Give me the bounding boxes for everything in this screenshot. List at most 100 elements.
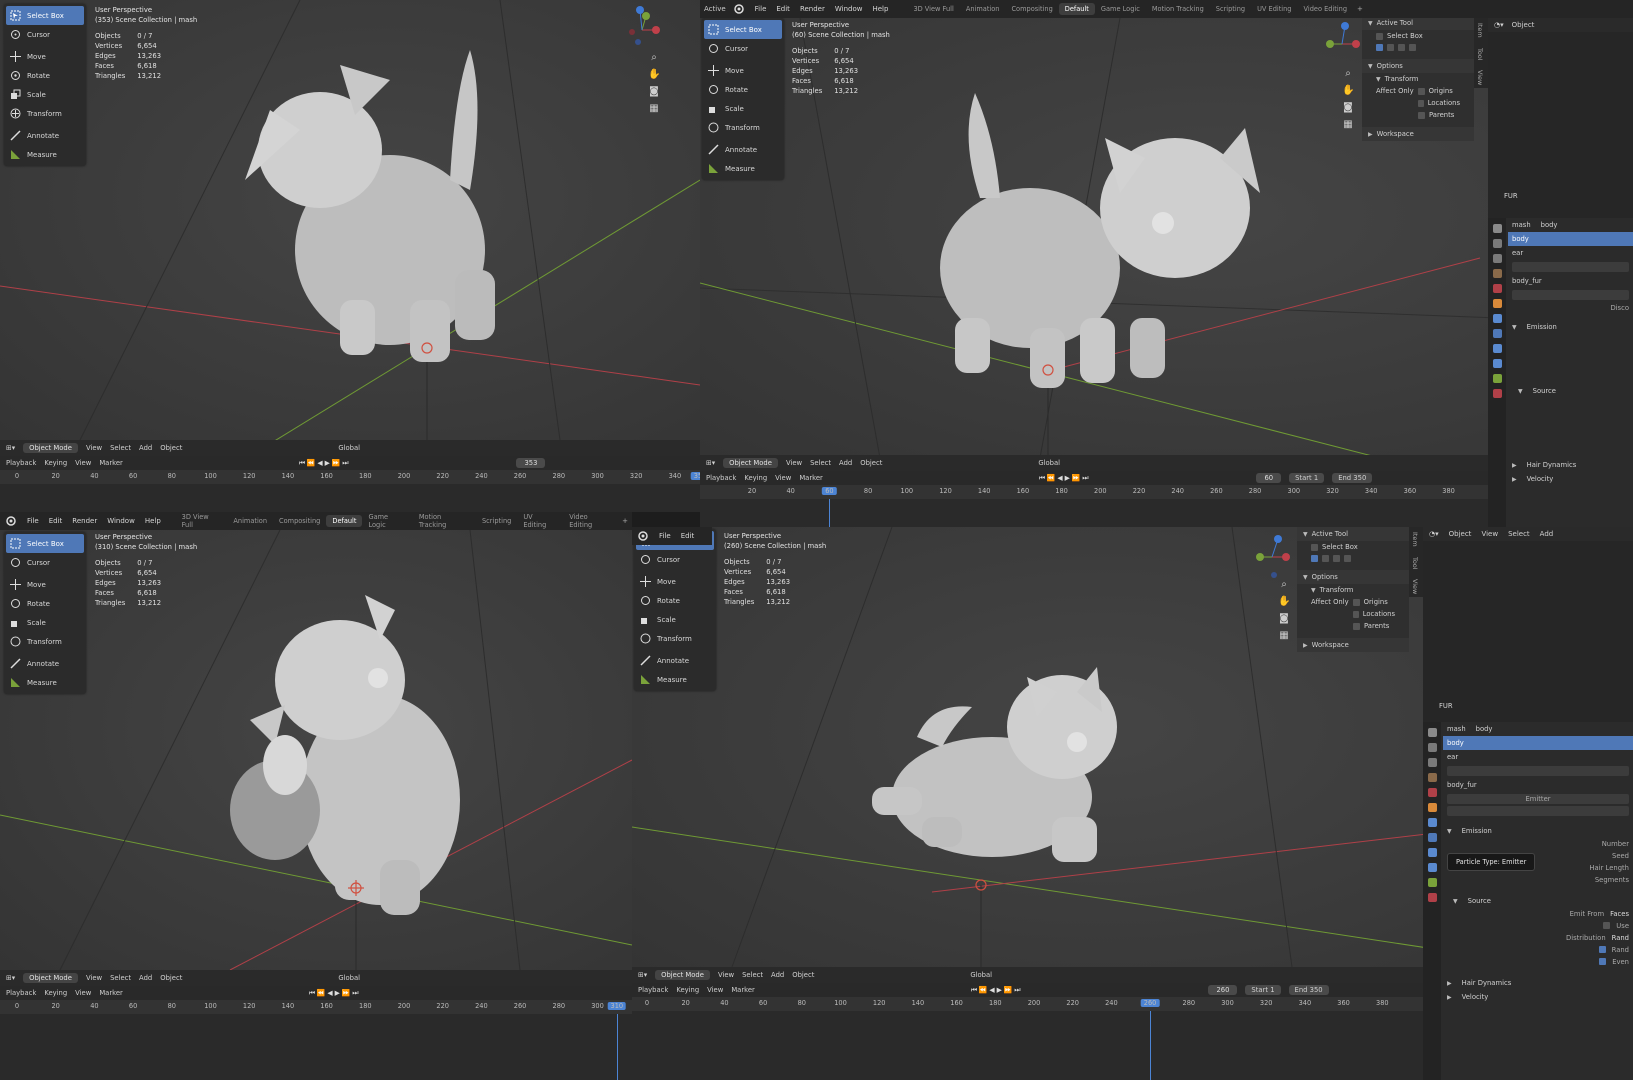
viewport-pane-3[interactable]: File Edit Render Window Help 3D View Ful… bbox=[0, 512, 632, 1080]
world-props-icon[interactable] bbox=[1427, 788, 1437, 797]
transport-controls[interactable]: ⏮⏪◀▶⏩⏭ bbox=[971, 986, 1023, 995]
tool-rotate[interactable]: Rotate bbox=[6, 594, 84, 613]
tool-move[interactable]: Move bbox=[636, 572, 714, 591]
tool-select-box[interactable]: Select Box bbox=[704, 20, 782, 39]
timeline[interactable]: Playback Keying View Marker ⏮⏪◀▶⏩⏭ 60 St… bbox=[700, 471, 1488, 527]
tool-annotate[interactable]: Annotate bbox=[6, 654, 84, 673]
workspace-tab[interactable]: Game Logic bbox=[362, 512, 412, 531]
playback-menu[interactable]: Playback bbox=[638, 986, 668, 994]
menu-view[interactable]: View bbox=[786, 459, 802, 467]
view-menu[interactable]: View bbox=[775, 474, 791, 482]
mode-new-icon[interactable] bbox=[1376, 44, 1383, 51]
playhead[interactable] bbox=[1150, 1011, 1152, 1080]
keying-menu[interactable]: Keying bbox=[44, 459, 67, 467]
distribution-field[interactable]: Distribution Rand bbox=[1443, 932, 1633, 944]
keying-menu[interactable]: Keying bbox=[44, 989, 67, 997]
source-section[interactable]: ▼ Source bbox=[1443, 894, 1633, 908]
playback-menu[interactable]: Playback bbox=[6, 989, 36, 997]
kitten-model[interactable] bbox=[940, 93, 1260, 388]
mode-dropdown[interactable]: Object Mode bbox=[655, 970, 710, 980]
tool-move[interactable]: Move bbox=[6, 575, 84, 594]
use-modifier-field[interactable]: Use bbox=[1443, 920, 1633, 932]
playhead-frame-label[interactable]: 60 bbox=[822, 487, 837, 495]
zoom-icon[interactable]: ⌕ bbox=[1278, 579, 1290, 591]
affect-only-locations[interactable]: Locations bbox=[1362, 97, 1474, 109]
pan-hand-icon[interactable]: ✋ bbox=[1342, 85, 1354, 97]
menu-add[interactable]: Add bbox=[139, 444, 152, 452]
view-layer-icon[interactable]: ◔▾ bbox=[1429, 530, 1439, 538]
particles-props-icon[interactable] bbox=[1492, 329, 1502, 338]
mode-extend-icon[interactable] bbox=[1387, 44, 1394, 51]
pan-hand-icon[interactable]: ✋ bbox=[648, 69, 660, 81]
constraints-props-icon[interactable] bbox=[1492, 359, 1502, 368]
zoom-icon[interactable]: ⌕ bbox=[648, 52, 660, 64]
tab-view[interactable]: View bbox=[1474, 65, 1486, 90]
timeline-ruler[interactable]: 0 20 40 60 80 100 120 140 160 180 200 220 240 260 280 3… bbox=[632, 997, 1423, 1011]
particle-slot-ear[interactable]: ear bbox=[1443, 750, 1633, 764]
editor-type-icon[interactable]: ⊞▾ bbox=[6, 974, 15, 982]
origins-checkbox[interactable] bbox=[1352, 598, 1360, 606]
menu-edit[interactable]: Edit bbox=[771, 5, 795, 13]
kitten-model[interactable] bbox=[230, 595, 460, 915]
workspace-tab[interactable]: Compositing bbox=[273, 515, 326, 527]
workspace-tab-active[interactable]: Default bbox=[326, 515, 363, 527]
workspace-tab-active[interactable]: Default bbox=[1058, 3, 1095, 15]
tool-cursor[interactable]: Cursor bbox=[636, 550, 714, 569]
affect-only-origins[interactable]: Affect Only Origins bbox=[1297, 596, 1409, 608]
tool-scale[interactable]: Scale bbox=[704, 99, 782, 118]
playhead-frame-label[interactable]: 260 bbox=[1140, 999, 1160, 1007]
data-props-icon[interactable] bbox=[1427, 878, 1437, 887]
menu-view[interactable]: View bbox=[86, 974, 102, 982]
scene-props-icon[interactable] bbox=[1427, 773, 1437, 782]
material-props-icon[interactable] bbox=[1492, 389, 1502, 398]
workspace-tab[interactable]: Scripting bbox=[1210, 3, 1251, 15]
emitter-type-field[interactable]: Emitter bbox=[1447, 794, 1629, 804]
locations-checkbox[interactable] bbox=[1353, 610, 1359, 618]
tab-tool[interactable]: Tool bbox=[1474, 43, 1486, 65]
marker-menu[interactable]: Marker bbox=[99, 989, 123, 997]
timeline-track[interactable] bbox=[0, 1014, 632, 1080]
render-props-icon[interactable] bbox=[1492, 239, 1502, 248]
tab-item[interactable]: Item bbox=[1409, 527, 1421, 552]
tool-cursor[interactable]: Cursor bbox=[6, 553, 84, 572]
viewport-pane-1[interactable]: Select Box Cursor Move Rotate Scale Tran… bbox=[0, 0, 700, 512]
transform-subsection[interactable]: ▼ Transform bbox=[1362, 73, 1474, 85]
workspace-tab[interactable]: Motion Tracking bbox=[1146, 3, 1210, 15]
tool-annotate[interactable]: Annotate bbox=[636, 651, 714, 670]
parents-checkbox[interactable] bbox=[1353, 622, 1360, 630]
object-props-icon[interactable] bbox=[1427, 803, 1437, 812]
grid-icon[interactable]: ▦ bbox=[1278, 630, 1290, 642]
tab-tool[interactable]: Tool bbox=[1409, 552, 1421, 574]
workspace-tab[interactable]: Motion Tracking bbox=[413, 512, 476, 531]
tool-select-box[interactable]: Select Box bbox=[6, 6, 84, 25]
workspace-tab[interactable]: 3D View Full bbox=[176, 512, 228, 531]
timeline[interactable]: Playback Keying View Marker ⏮⏪◀▶⏩⏭ 0 20 40… bbox=[0, 986, 632, 1080]
marker-menu[interactable]: Marker bbox=[731, 986, 755, 994]
grid-icon[interactable]: ▦ bbox=[648, 103, 660, 115]
menu-select[interactable]: Select bbox=[1508, 530, 1530, 538]
physics-props-icon[interactable] bbox=[1427, 848, 1437, 857]
emission-section[interactable]: ▼ Emission bbox=[1508, 320, 1633, 334]
marker-menu[interactable]: Marker bbox=[799, 474, 823, 482]
menu-object[interactable]: Object bbox=[792, 971, 814, 979]
marker-menu[interactable]: Marker bbox=[99, 459, 123, 467]
affect-only-locations[interactable]: Locations bbox=[1297, 608, 1409, 620]
affect-only-origins[interactable]: Affect Only Origins bbox=[1362, 85, 1474, 97]
camera-icon[interactable]: ◙ bbox=[648, 86, 660, 98]
add-workspace-button[interactable]: + bbox=[618, 517, 632, 525]
timeline-ruler[interactable]: 0 20 40 60 80 100 120 140 160 180 200 220 240 260 280 3… bbox=[0, 1000, 632, 1014]
current-frame-field[interactable]: 353 bbox=[516, 458, 546, 468]
menu-select[interactable]: Select bbox=[110, 444, 131, 452]
timeline-ruler[interactable]: 20 40 60 80 100 120 140 160 180 200 220 240 260 280 30… bbox=[700, 485, 1488, 499]
end-frame-field[interactable]: End 350 bbox=[1332, 473, 1373, 483]
transport-controls[interactable]: ⏮⏪◀▶⏩⏭ bbox=[1039, 474, 1091, 483]
playhead[interactable] bbox=[829, 499, 831, 527]
menu-view[interactable]: View bbox=[1481, 530, 1498, 538]
output-props-icon[interactable] bbox=[1427, 758, 1437, 767]
menu-add[interactable]: Add bbox=[1540, 530, 1554, 538]
constraints-props-icon[interactable] bbox=[1427, 863, 1437, 872]
tool-annotate[interactable]: Annotate bbox=[704, 140, 782, 159]
tool-select-box[interactable]: Select Box bbox=[6, 534, 84, 553]
data-props-icon[interactable] bbox=[1492, 374, 1502, 383]
select-mode-buttons[interactable] bbox=[1297, 553, 1409, 564]
